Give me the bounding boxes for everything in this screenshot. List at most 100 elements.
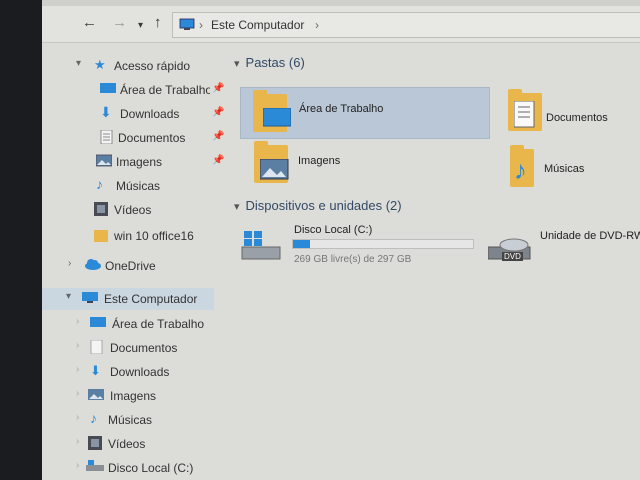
dvd-drive-name: Unidade de DVD-RW	[540, 230, 640, 242]
cloud-icon	[84, 258, 101, 272]
expand-chevron-icon[interactable]: ›	[76, 340, 79, 351]
drive-tile-disco-local[interactable]: Disco Local (C:) 269 GB livre(s) de 297 …	[240, 221, 480, 271]
sidebar-item-pc-area-de-trabalho[interactable]: › Área de Trabalho	[42, 313, 225, 335]
drive-usage-bar	[292, 239, 474, 249]
videos-icon	[94, 202, 110, 216]
sidebar-item-onedrive[interactable]: › OneDrive	[42, 255, 225, 277]
back-button[interactable]: ←	[82, 14, 97, 32]
download-icon: ⬇	[100, 104, 112, 120]
documents-folder-icon	[508, 89, 542, 131]
content-pane: ▾ Pastas (6) Área de Trabalho Documentos …	[230, 43, 640, 480]
sidebar-item-videos[interactable]: Vídeos	[42, 199, 225, 221]
collapse-chevron-icon[interactable]: ▾	[234, 201, 240, 213]
devices-section-header[interactable]: ▾ Dispositivos e unidades (2)	[234, 198, 402, 213]
sidebar-item-pc-downloads[interactable]: › ⬇ Downloads	[42, 361, 225, 383]
folder-tile-documentos[interactable]: Documentos	[502, 87, 640, 137]
expand-chevron-icon[interactable]: ›	[76, 316, 79, 327]
documents-icon	[100, 129, 116, 145]
dvd-badge: DVD	[502, 252, 523, 261]
devices-header-label: Dispositivos e unidades (2)	[245, 198, 402, 213]
sidebar-item-downloads[interactable]: ⬇ Downloads 📌	[42, 103, 225, 125]
pin-icon[interactable]: 📌	[212, 107, 224, 118]
folders-section-header[interactable]: ▾ Pastas (6)	[234, 55, 305, 70]
expand-chevron-icon[interactable]: ›	[76, 412, 79, 423]
folder-tile-imagens[interactable]: Imagens	[240, 141, 440, 191]
sidebar-label: OneDrive	[105, 259, 156, 273]
navigation-pane: ▾ ★ Acesso rápido Área de Trabalho 📌 ⬇ D…	[42, 43, 225, 480]
sidebar-label: Área de Trabalho	[112, 317, 205, 331]
drive-icon	[86, 460, 104, 474]
sidebar-label: Área de Trabalho	[120, 83, 210, 97]
up-button[interactable]: ↑	[154, 14, 162, 32]
expand-chevron-icon[interactable]: ›	[68, 258, 71, 269]
desktop-folder-icon	[253, 90, 291, 132]
expand-chevron-icon[interactable]: ›	[76, 460, 79, 471]
expand-chevron-icon[interactable]: ›	[76, 388, 79, 399]
download-icon: ⬇	[90, 363, 101, 378]
sidebar-item-pc-videos[interactable]: › Vídeos	[42, 433, 225, 455]
sidebar-item-imagens[interactable]: Imagens 📌	[42, 151, 225, 173]
music-folder-icon: ♪	[510, 145, 534, 187]
sidebar-label: Vídeos	[114, 203, 152, 217]
computer-icon	[179, 18, 195, 36]
sidebar-item-area-de-trabalho[interactable]: Área de Trabalho 📌	[42, 79, 225, 101]
windows-drive-icon	[240, 229, 282, 268]
expand-chevron-icon[interactable]: ›	[76, 364, 79, 375]
desktop-icon	[90, 316, 106, 330]
sidebar-label: win 10 office16	[114, 229, 194, 243]
folders-header-label: Pastas (6)	[245, 55, 305, 70]
sidebar-item-pc-documentos[interactable]: › Documentos	[42, 337, 225, 359]
pin-icon[interactable]: 📌	[212, 131, 224, 142]
sidebar-label: Músicas	[116, 179, 161, 193]
folder-name: Imagens	[298, 155, 341, 167]
sidebar-item-documentos[interactable]: Documentos 📌	[42, 127, 225, 149]
breadcrumb-chevron-icon[interactable]: ›	[315, 18, 319, 32]
sidebar-item-musicas[interactable]: ♪ Músicas	[42, 175, 225, 197]
address-bar[interactable]: › Este Computador ›	[172, 12, 640, 38]
sidebar-item-win10-office16[interactable]: win 10 office16	[42, 225, 225, 247]
folder-icon	[94, 228, 110, 242]
music-icon: ♪	[96, 176, 103, 192]
pin-icon[interactable]: 📌	[212, 155, 224, 166]
expand-chevron-icon[interactable]: ▾	[66, 291, 71, 302]
sidebar-label: Documentos	[118, 131, 186, 145]
file-explorer-window: ← → ▾ ↑ › Este Computador › ▾ ★ Acesso r…	[42, 0, 640, 480]
computer-icon	[82, 291, 98, 305]
pictures-icon	[95, 154, 113, 168]
sidebar-item-pc-musicas[interactable]: › ♪ Músicas	[42, 409, 225, 431]
sidebar-label: Downloads	[110, 365, 170, 379]
drive-tile-dvd[interactable]: DVD Unidade de DVD-RW	[487, 223, 640, 273]
sidebar-label: Disco Local (C:)	[108, 461, 194, 475]
videos-icon	[88, 436, 104, 450]
folder-tile-musicas[interactable]: ♪ Músicas	[502, 141, 640, 191]
sidebar-label: Vídeos	[108, 437, 146, 451]
sidebar-item-pc-imagens[interactable]: › Imagens	[42, 385, 225, 407]
folder-tile-area-de-trabalho[interactable]: Área de Trabalho	[240, 87, 490, 139]
desktop-icon	[100, 82, 116, 96]
navigation-bar: ← → ▾ ↑ › Este Computador ›	[42, 6, 640, 43]
folder-name: Músicas	[544, 163, 585, 175]
forward-button[interactable]: →	[112, 14, 127, 32]
documents-icon	[90, 339, 106, 355]
sidebar-label: Documentos	[110, 341, 178, 355]
folder-name: Documentos	[546, 112, 608, 124]
sidebar-item-quick-access[interactable]: ▾ ★ Acesso rápido	[42, 55, 225, 77]
collapse-chevron-icon[interactable]: ▾	[234, 58, 240, 70]
pictures-folder-icon	[254, 141, 289, 183]
pin-icon[interactable]: 📌	[212, 83, 224, 94]
expand-chevron-icon[interactable]: ›	[76, 436, 79, 447]
drive-usage-fill	[293, 240, 310, 248]
sidebar-label: Downloads	[120, 107, 180, 121]
folder-name: Área de Trabalho	[299, 103, 384, 115]
sidebar-label: Este Computador	[104, 292, 198, 306]
breadcrumb-este-computador[interactable]: Este Computador	[211, 18, 304, 32]
sidebar-label: Imagens	[116, 155, 163, 169]
star-icon: ★	[94, 57, 106, 72]
music-icon: ♪	[90, 410, 97, 426]
expand-chevron-icon[interactable]: ▾	[76, 58, 81, 69]
sidebar-label: Imagens	[110, 389, 157, 403]
sidebar-item-este-computador[interactable]: ▾ Este Computador	[42, 288, 214, 310]
sidebar-item-pc-disco-local[interactable]: › Disco Local (C:)	[42, 457, 225, 479]
recent-locations-chevron-icon[interactable]: ▾	[138, 17, 143, 35]
drive-free-space: 269 GB livre(s) de 297 GB	[294, 254, 412, 265]
